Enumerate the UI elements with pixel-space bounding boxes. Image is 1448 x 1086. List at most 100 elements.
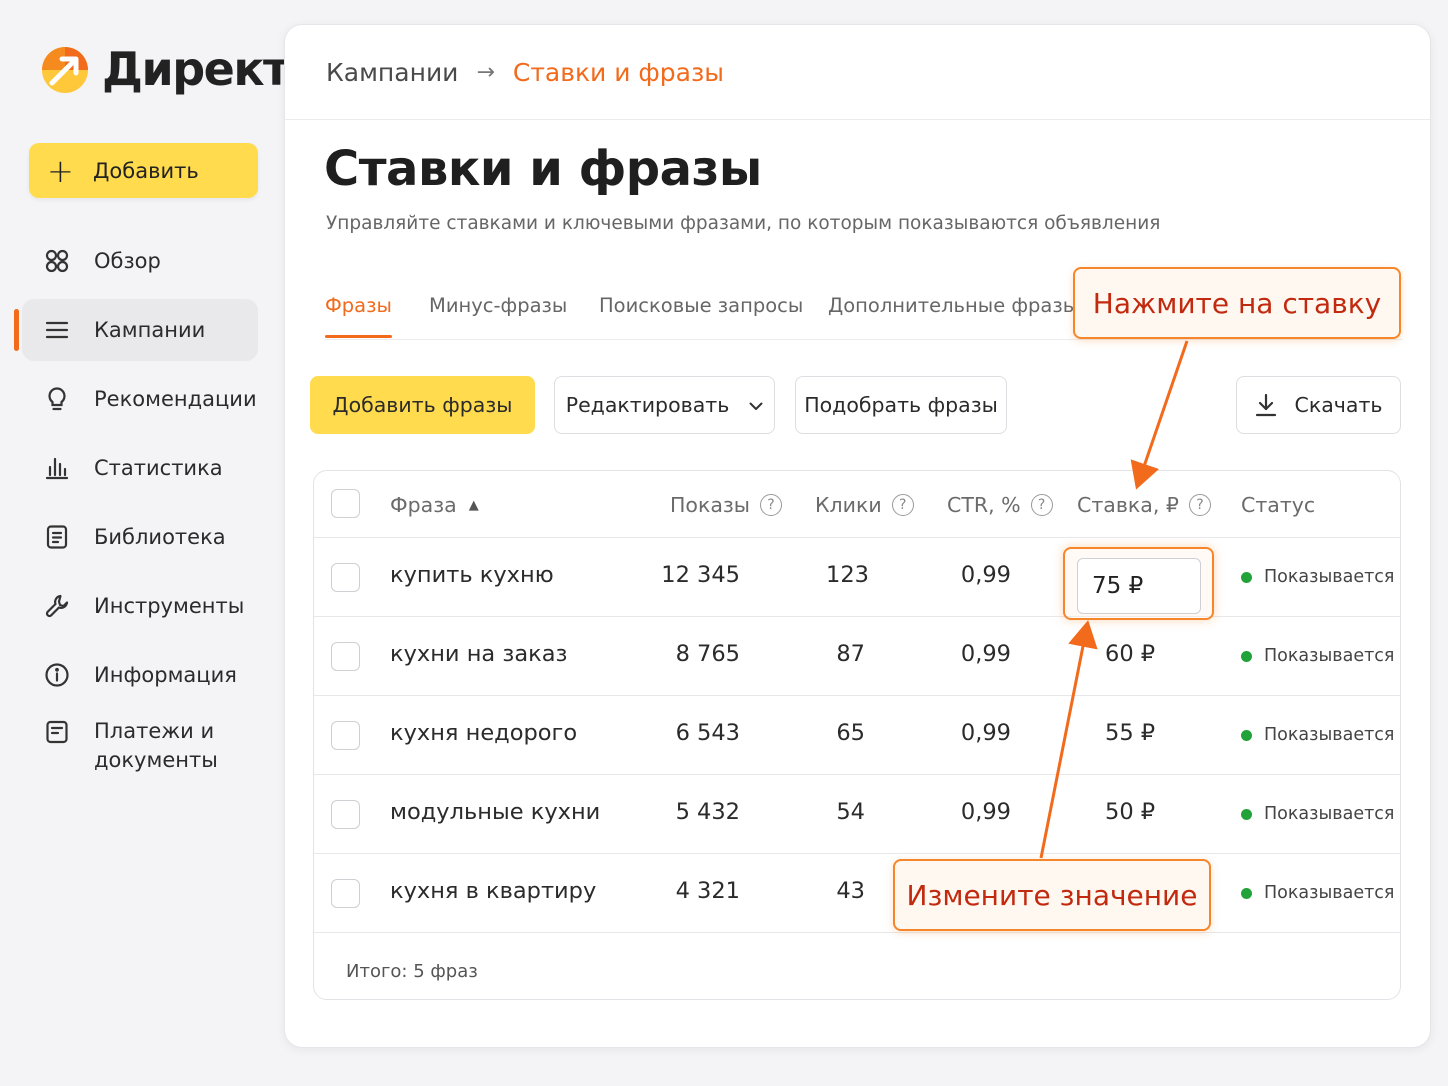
status-dot-icon [1241, 571, 1252, 583]
column-phrase[interactable]: Фраза ▲ [390, 493, 479, 517]
select-all-checkbox[interactable] [331, 489, 360, 518]
table-row: кухни на заказ 8 765 87 0,99 60 ₽ Показы… [314, 617, 1400, 696]
status-badge: Показывается [1241, 646, 1394, 666]
overview-icon [44, 248, 70, 274]
bid-highlight [1063, 547, 1214, 620]
phrase-cell: кухни на заказ [390, 641, 568, 667]
status-text: Показывается [1264, 804, 1395, 824]
bid-input[interactable] [1077, 558, 1201, 614]
sidebar-item-payments[interactable]: Платежи и документы [0, 713, 268, 793]
tab-phrases[interactable]: Фразы [325, 294, 392, 338]
bid-cell[interactable]: 50 ₽ [1105, 799, 1155, 825]
impressions-cell: 8 765 [675, 641, 740, 667]
help-icon[interactable]: ? [1188, 494, 1211, 516]
status-text: Показывается [1264, 883, 1395, 903]
status-dot-icon [1241, 808, 1252, 820]
impressions-cell: 4 321 [675, 878, 740, 904]
status-badge: Показывается [1241, 725, 1394, 745]
ctr-cell: 0,99 [960, 562, 1011, 588]
tab-search-queries[interactable]: Поисковые запросы [599, 294, 803, 317]
add-button[interactable]: + Добавить [29, 143, 258, 198]
phrase-cell: купить кухню [390, 562, 554, 588]
callout-change-value: Измените значение [893, 859, 1211, 931]
sidebar-nav: Обзор Кампании Рекомендации Статистика Б… [0, 230, 268, 800]
sidebar-item-label: Рекомендации [94, 386, 257, 411]
callout-click-bid: Нажмите на ставку [1073, 267, 1401, 339]
sidebar-item-label-line1: Платежи и [94, 719, 215, 743]
breadcrumb: Кампании → Ставки и фразы [285, 25, 1430, 120]
edit-button-label: Редактировать [565, 393, 730, 417]
sidebar-item-statistics[interactable]: Статистика [0, 437, 268, 499]
phrase-cell: модульные кухни [390, 799, 601, 825]
phrase-cell: кухня в квартиру [390, 878, 597, 904]
info-icon [44, 662, 70, 688]
column-status-label: Статус [1241, 493, 1316, 517]
status-dot-icon [1241, 650, 1252, 662]
sidebar-item-label: Платежи и документы [94, 717, 218, 775]
edit-dropdown-button[interactable]: Редактировать [554, 376, 775, 434]
breadcrumb-campaigns-link[interactable]: Кампании [326, 58, 458, 87]
impressions-cell: 5 432 [675, 799, 740, 825]
help-icon[interactable]: ? [760, 494, 782, 516]
bid-cell[interactable]: 55 ₽ [1105, 720, 1155, 746]
table-row: кухня в квартиру 4 321 43 Показывается [314, 854, 1400, 933]
page-title: Ставки и фразы [324, 141, 762, 197]
row-checkbox[interactable] [331, 563, 360, 592]
ctr-cell: 0,99 [960, 641, 1011, 667]
bid-cell[interactable]: 60 ₽ [1105, 641, 1155, 667]
status-badge: Показывается [1241, 804, 1394, 824]
sidebar-item-campaigns[interactable]: Кампании [0, 299, 268, 361]
row-checkbox[interactable] [331, 721, 360, 750]
sidebar-item-label: Обзор [94, 248, 161, 273]
download-button-label: Скачать [1294, 393, 1383, 417]
sidebar: Директ + Добавить Обзор Кампании Рекомен… [0, 0, 290, 1086]
pick-phrases-button[interactable]: Подобрать фразы [795, 376, 1007, 434]
status-text: Показывается [1264, 725, 1395, 745]
clicks-cell: 65 [836, 720, 865, 746]
help-icon[interactable]: ? [891, 494, 914, 516]
sidebar-item-tools[interactable]: Инструменты [0, 575, 268, 637]
clicks-cell: 43 [836, 878, 865, 904]
status-dot-icon [1241, 729, 1252, 741]
logo[interactable]: Директ [40, 42, 290, 96]
download-button[interactable]: Скачать [1236, 376, 1401, 434]
table-footer: Итого: 5 фраз [346, 961, 478, 982]
tab-additional-phrases[interactable]: Дополнительные фразы [828, 294, 1078, 317]
sidebar-item-info[interactable]: Информация [0, 644, 268, 706]
clicks-cell: 123 [826, 562, 869, 588]
download-icon [1255, 393, 1277, 417]
column-bid-label: Ставка, ₽ [1077, 493, 1179, 517]
column-phrase-label: Фраза [390, 493, 457, 517]
sidebar-item-label: Библиотека [94, 524, 226, 549]
plus-icon: + [47, 151, 74, 190]
breadcrumb-current: Ставки и фразы [512, 57, 725, 87]
add-phrases-button[interactable]: Добавить фразы [310, 376, 535, 434]
phrase-cell: кухня недорого [390, 720, 578, 746]
sidebar-item-recommendations[interactable]: Рекомендации [0, 368, 268, 430]
sidebar-item-overview[interactable]: Обзор [0, 230, 268, 292]
phrases-table: Фраза ▲ Показы ? Клики ? CTR, % ? Ставка… [313, 470, 1401, 1000]
help-icon[interactable]: ? [1030, 494, 1053, 516]
logo-text: Директ [102, 42, 290, 96]
row-checkbox[interactable] [331, 800, 360, 829]
status-dot-icon [1241, 887, 1252, 899]
row-checkbox[interactable] [331, 642, 360, 671]
sidebar-item-label: Инструменты [94, 593, 245, 618]
tab-negative-phrases[interactable]: Минус-фразы [429, 294, 567, 317]
row-checkbox[interactable] [331, 879, 360, 908]
callout-change-value-text: Измените значение [906, 878, 1198, 912]
chevron-down-icon [749, 396, 763, 415]
sidebar-item-library[interactable]: Библиотека [0, 506, 268, 568]
column-impressions-label: Показы [670, 493, 750, 517]
table-row: купить кухню 12 345 123 0,99 Показываетс… [314, 538, 1400, 620]
column-clicks-label: Клики [815, 493, 882, 517]
column-clicks: Клики ? [815, 493, 914, 517]
add-phrases-button-label: Добавить фразы [332, 393, 513, 417]
clicks-cell: 54 [836, 799, 865, 825]
ctr-cell: 0,99 [960, 799, 1011, 825]
column-bid: Ставка, ₽ ? [1077, 493, 1211, 517]
total-label: Итого: [346, 961, 408, 982]
sidebar-item-label-line2: документы [94, 748, 218, 772]
table-header: Фраза ▲ Показы ? Клики ? CTR, % ? Ставка… [314, 471, 1400, 538]
impressions-cell: 12 345 [661, 562, 740, 588]
